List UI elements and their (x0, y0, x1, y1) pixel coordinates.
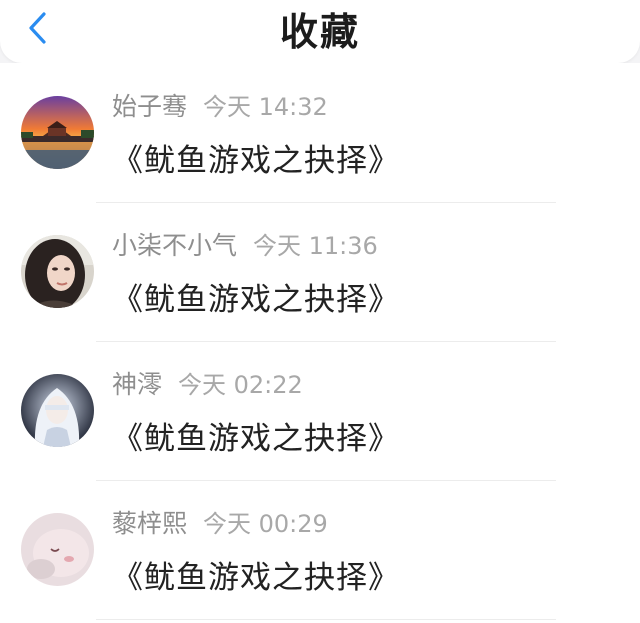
timestamp: 今天 02:22 (178, 371, 303, 399)
favorite-title[interactable]: 《鱿鱼游戏之抉择》 (112, 274, 400, 319)
favorite-item[interactable]: 藜梓熙 今天 00:29 《鱿鱼游戏之抉择》 (0, 480, 640, 619)
author-name[interactable]: 始子骞 (112, 92, 187, 121)
item-meta: 神澪 今天 02:22 (112, 365, 303, 405)
favorites-list: 始子骞 今天 14:32 《鱿鱼游戏之抉择》 小柒不小气 今天 11:36 《鱿鱼游… (0, 63, 640, 623)
timestamp: 今天 11:36 (253, 232, 378, 260)
item-meta: 小柒不小气 今天 11:36 (112, 226, 378, 266)
favorite-item[interactable]: 神澪 今天 02:22 《鱿鱼游戏之抉择》 (0, 341, 640, 480)
page-title: 收藏 (279, 10, 360, 54)
avatar[interactable] (21, 235, 94, 308)
author-name[interactable]: 神澪 (112, 370, 162, 399)
avatar[interactable] (21, 374, 94, 447)
item-meta: 始子骞 今天 14:32 (112, 87, 328, 127)
author-name[interactable]: 藜梓熙 (112, 509, 187, 538)
item-meta: 藜梓熙 今天 00:29 (112, 504, 328, 544)
divider (96, 619, 556, 620)
timestamp: 今天 00:29 (203, 510, 328, 538)
timestamp: 今天 14:32 (203, 93, 328, 121)
favorite-item[interactable]: 小柒不小气 今天 11:36 《鱿鱼游戏之抉择》 (0, 202, 640, 341)
top-bar: 收藏 (0, 0, 640, 63)
favorite-item[interactable]: 始子骞 今天 14:32 《鱿鱼游戏之抉择》 (0, 63, 640, 202)
author-name[interactable]: 小柒不小气 (112, 231, 237, 260)
favorite-title[interactable]: 《鱿鱼游戏之抉择》 (112, 552, 400, 597)
avatar[interactable] (21, 513, 94, 586)
favorite-title[interactable]: 《鱿鱼游戏之抉择》 (112, 413, 400, 458)
avatar[interactable] (21, 96, 94, 169)
favorite-title[interactable]: 《鱿鱼游戏之抉择》 (112, 135, 400, 180)
